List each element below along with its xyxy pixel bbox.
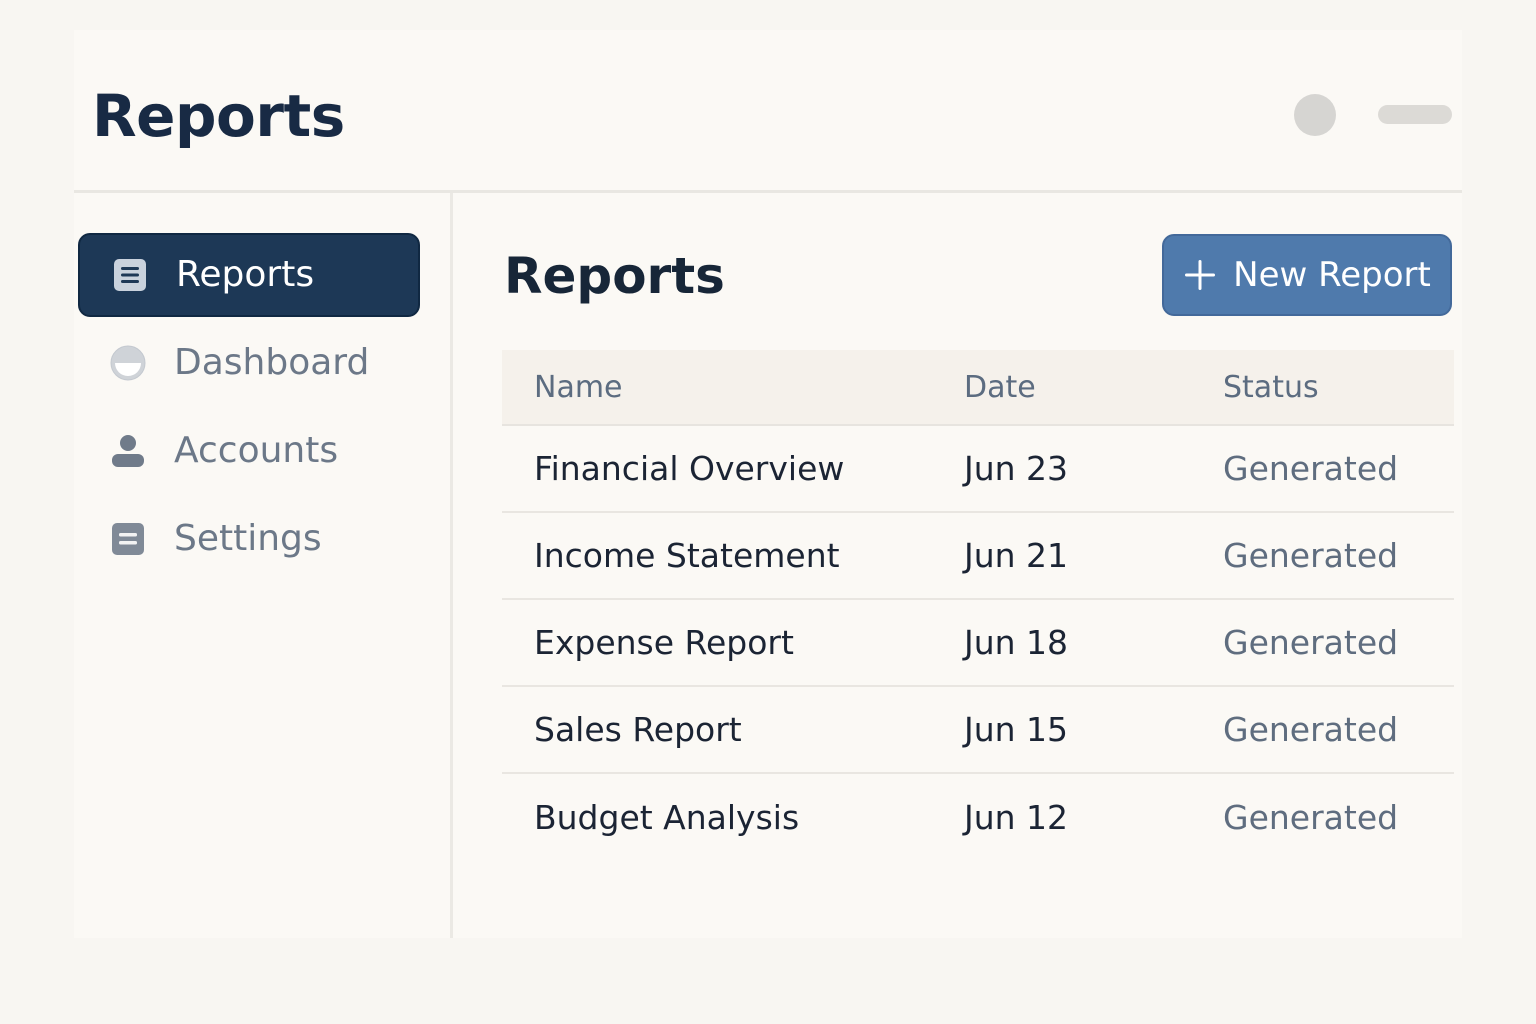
sidebar-item-label: Accounts <box>174 430 339 471</box>
settings-icon <box>110 521 146 557</box>
cell-name: Budget Analysis <box>534 798 800 837</box>
sidebar-item-dashboard[interactable]: Dashboard <box>78 321 420 405</box>
cell-status: Generated <box>1223 710 1399 749</box>
cell-status: Generated <box>1223 536 1399 575</box>
table-row[interactable]: Sales Report Jun 15 Generated <box>502 687 1454 774</box>
cell-date: Jun 15 <box>964 710 1069 749</box>
sidebar-item-label: Dashboard <box>174 342 370 383</box>
header-divider <box>74 190 1462 193</box>
table-row[interactable]: Budget Analysis Jun 12 Generated <box>502 774 1454 861</box>
cell-name: Expense Report <box>534 623 794 662</box>
page-title: Reports <box>504 247 725 305</box>
column-header-name[interactable]: Name <box>534 370 623 405</box>
cell-name: Financial Overview <box>534 449 845 488</box>
sidebar-item-label: Reports <box>176 254 315 295</box>
new-report-label: New Report <box>1233 255 1431 295</box>
reports-table: Name Date Status Financial Overview Jun … <box>502 350 1454 861</box>
cell-date: Jun 21 <box>964 536 1069 575</box>
cell-name: Sales Report <box>534 710 742 749</box>
dashboard-icon <box>110 345 146 381</box>
cell-name: Income Statement <box>534 536 840 575</box>
app-window: Reports Reports Dashboard Accounts Setti… <box>74 30 1462 938</box>
avatar[interactable] <box>1294 94 1336 136</box>
user-menu-placeholder[interactable] <box>1378 105 1452 124</box>
cell-date: Jun 18 <box>964 623 1069 662</box>
sidebar-item-label: Settings <box>174 518 322 559</box>
cell-status: Generated <box>1223 798 1399 837</box>
sidebar-divider <box>450 193 453 938</box>
new-report-button[interactable]: New Report <box>1162 234 1452 316</box>
column-header-date[interactable]: Date <box>964 370 1036 405</box>
plus-icon <box>1183 258 1217 292</box>
reports-icon <box>112 257 148 293</box>
table-row[interactable]: Expense Report Jun 18 Generated <box>502 600 1454 687</box>
cell-status: Generated <box>1223 623 1399 662</box>
sidebar-item-accounts[interactable]: Accounts <box>78 409 420 493</box>
sidebar-item-reports[interactable]: Reports <box>78 233 420 317</box>
cell-status: Generated <box>1223 449 1399 488</box>
cell-date: Jun 12 <box>964 798 1069 837</box>
sidebar-item-settings[interactable]: Settings <box>78 497 420 581</box>
table-row[interactable]: Income Statement Jun 21 Generated <box>502 513 1454 600</box>
user-icon <box>110 433 146 469</box>
table-header: Name Date Status <box>502 350 1454 426</box>
sidebar: Reports Dashboard Accounts Settings <box>78 233 420 581</box>
column-header-status[interactable]: Status <box>1223 370 1319 405</box>
app-title: Reports <box>92 82 345 150</box>
cell-date: Jun 23 <box>964 449 1069 488</box>
table-row[interactable]: Financial Overview Jun 23 Generated <box>502 426 1454 513</box>
